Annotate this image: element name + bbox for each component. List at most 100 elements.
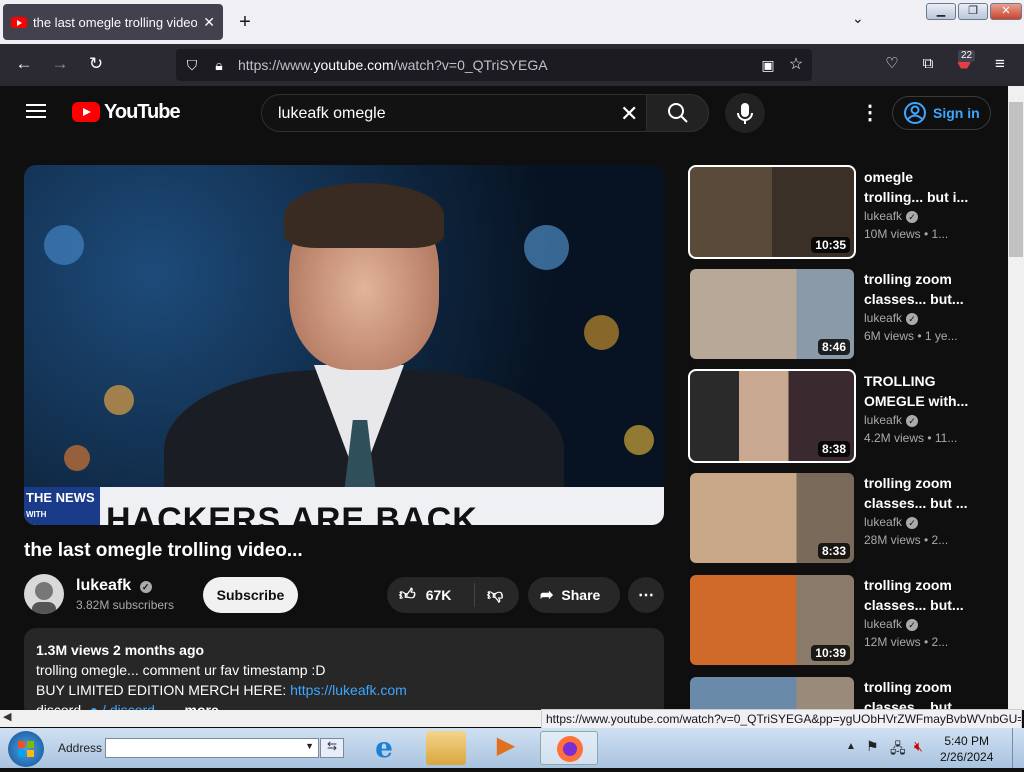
new-tab-button[interactable]: +	[233, 10, 257, 34]
recommendation-title[interactable]: trolling zoom classes... but...	[864, 575, 974, 615]
scrollbar-thumb[interactable]	[1009, 102, 1023, 257]
recommendation-title[interactable]: trolling zoom classes... but ...	[864, 473, 974, 513]
duration-badge: 10:35	[811, 237, 850, 253]
recommendation-thumbnail[interactable]: 8:46	[688, 267, 856, 361]
video-player[interactable]: THE NEWS WITH HACKERS ARE BACK	[24, 165, 664, 525]
recommendation-item[interactable]: 8:33 trolling zoom classes... but ... lu…	[688, 471, 1008, 567]
verified-icon: ✓	[906, 313, 919, 325]
menu-icon[interactable]: ≡	[988, 52, 1012, 76]
shield-icon[interactable]: ⛉	[180, 53, 204, 77]
network-icon[interactable]: 🖧	[890, 738, 906, 762]
recommendation-title[interactable]: TROLLING OMEGLE with...	[864, 371, 974, 411]
reload-icon[interactable]: ↻	[84, 52, 108, 76]
like-count: 67K	[425, 587, 452, 603]
maximize-button[interactable]: ❐	[958, 3, 988, 20]
recommendation-meta: 28M views • 2...	[864, 533, 949, 547]
recommendation-channel[interactable]: lukeafk ✓	[864, 209, 919, 223]
merch-link[interactable]: https://lukeafk.com	[290, 682, 407, 698]
duration-badge: 8:38	[817, 441, 850, 457]
recommendation-item[interactable]: 8:46 trolling zoom classes... but... luk…	[688, 267, 1008, 363]
lock-icon[interactable]: 🔒︎	[207, 53, 231, 77]
show-desktop-button[interactable]	[1012, 728, 1024, 768]
search-button[interactable]	[646, 94, 709, 132]
recommendation-channel[interactable]: lukeafk ✓	[864, 515, 919, 529]
volume-muted-icon[interactable]: 🔇︎	[914, 738, 923, 755]
clear-search-icon[interactable]: ✕	[620, 101, 638, 127]
bookmark-star-icon[interactable]: ☆	[784, 53, 808, 77]
pocket-icon[interactable]: ♡	[880, 52, 904, 76]
share-arrow-icon: ➦	[540, 587, 554, 604]
channel-avatar[interactable]	[24, 574, 64, 614]
voice-search-button[interactable]	[725, 93, 765, 133]
tab-active[interactable]: the last omegle trolling video... ✕	[3, 4, 223, 40]
search-input[interactable]: lukeafk omegle	[278, 105, 386, 123]
recommendation-thumbnail[interactable]: 10:39	[688, 573, 856, 667]
recommendation-channel[interactable]: lukeafk ✓	[864, 311, 919, 325]
recommendation-title[interactable]: trolling zoom classes... but...	[864, 677, 974, 710]
sign-in-button[interactable]: Sign in	[892, 96, 991, 130]
go-button[interactable]: ⇆	[320, 738, 344, 758]
recommendation-channel[interactable]: lukeafk ✓	[864, 413, 919, 427]
youtube-wordmark[interactable]: YouTube	[104, 101, 181, 124]
recommendation-channel[interactable]: lukeafk ✓	[864, 617, 919, 631]
channel-name[interactable]: lukeafk ✓	[76, 577, 152, 595]
recommendation-title[interactable]: omegle trolling... but i...	[864, 167, 974, 207]
extension-badge: 22	[958, 50, 976, 62]
dislike-button[interactable]: 👎︎	[475, 586, 503, 605]
scroll-left-icon[interactable]: ◀	[3, 711, 11, 723]
recommendation-item[interactable]: 10:39 trolling zoom classes... but... lu…	[688, 573, 1008, 669]
tab-title: the last omegle trolling video...	[33, 14, 198, 30]
hamburger-menu-icon[interactable]	[26, 104, 46, 118]
verified-icon: ✓	[906, 619, 919, 631]
microphone-icon	[737, 103, 753, 124]
close-tab-icon[interactable]: ✕	[203, 14, 215, 31]
subscribe-button[interactable]: Subscribe	[203, 577, 298, 613]
video-description[interactable]: 1.3M views 2 months ago trolling omegle.…	[24, 628, 664, 718]
address-input[interactable]: ▼	[105, 738, 319, 758]
firefox-taskbar-button[interactable]	[540, 731, 598, 765]
extensions-icon[interactable]: ⧉	[916, 52, 940, 76]
recommendation-item[interactable]: 10:35 omegle trolling... but i... lukeaf…	[688, 165, 1008, 261]
description-line: trolling omegle... comment ur fav timest…	[36, 662, 326, 678]
internet-explorer-icon[interactable]: e	[364, 731, 404, 765]
media-player-icon[interactable]: ▶	[486, 731, 526, 765]
system-clock[interactable]: 5:40 PM 2/26/2024	[940, 733, 993, 765]
recommendation-thumbnail[interactable]: 10:35	[688, 165, 856, 259]
recommendation-thumbnail[interactable]	[688, 675, 856, 710]
more-horiz-icon: ⋯	[638, 587, 654, 604]
recommendation-meta: 12M views • 2...	[864, 635, 949, 649]
duration-badge: 8:33	[817, 543, 850, 559]
recommendation-thumbnail[interactable]: 8:38	[688, 369, 856, 463]
list-tabs-chevron-icon[interactable]: ⌄	[852, 10, 864, 27]
video-title: the last omegle trolling video...	[24, 540, 303, 561]
duration-badge: 10:39	[811, 645, 850, 661]
status-link-preview: https://www.youtube.com/watch?v=0_QTriSY…	[541, 709, 1022, 729]
forward-arrow-icon[interactable]: →	[48, 52, 72, 76]
account-icon	[904, 102, 926, 124]
show-hidden-icons[interactable]: ▲	[846, 741, 856, 752]
sign-in-label: Sign in	[933, 105, 980, 121]
windows-logo-icon	[18, 741, 34, 757]
lower-third-headline: HACKERS ARE BACK	[106, 501, 478, 525]
reader-view-icon[interactable]: ▣	[756, 53, 780, 77]
youtube-logo-icon[interactable]	[72, 102, 100, 122]
recommendation-thumbnail[interactable]: 8:33	[688, 471, 856, 565]
recommendation-item[interactable]: trolling zoom classes... but...	[688, 675, 1008, 710]
more-actions-button[interactable]: ⋯	[628, 577, 664, 613]
lower-third-logo: THE NEWS WITH	[24, 487, 100, 525]
like-button[interactable]: 👍︎ 67K	[387, 583, 475, 607]
dropdown-arrow-icon[interactable]: ▼	[305, 741, 314, 751]
action-center-flag-icon[interactable]: ⚑	[866, 738, 879, 755]
close-window-button[interactable]: ✕	[990, 3, 1022, 20]
recommendation-item[interactable]: 8:38 TROLLING OMEGLE with... lukeafk ✓ 4.…	[688, 369, 1008, 465]
share-button[interactable]: ➦ Share	[528, 577, 620, 613]
start-button[interactable]	[8, 731, 44, 767]
minimize-button[interactable]: ▁	[926, 3, 956, 20]
recommendation-meta: 4.2M views • 11...	[864, 431, 958, 445]
more-options-icon[interactable]: ⋮	[860, 100, 880, 125]
recommendation-title[interactable]: trolling zoom classes... but...	[864, 269, 974, 309]
back-arrow-icon[interactable]: ←	[12, 52, 36, 76]
share-label: Share	[561, 587, 601, 603]
file-explorer-icon[interactable]	[426, 731, 466, 765]
url-text[interactable]: https://www.youtube.com/watch?v=0_QTriSY…	[238, 57, 548, 73]
